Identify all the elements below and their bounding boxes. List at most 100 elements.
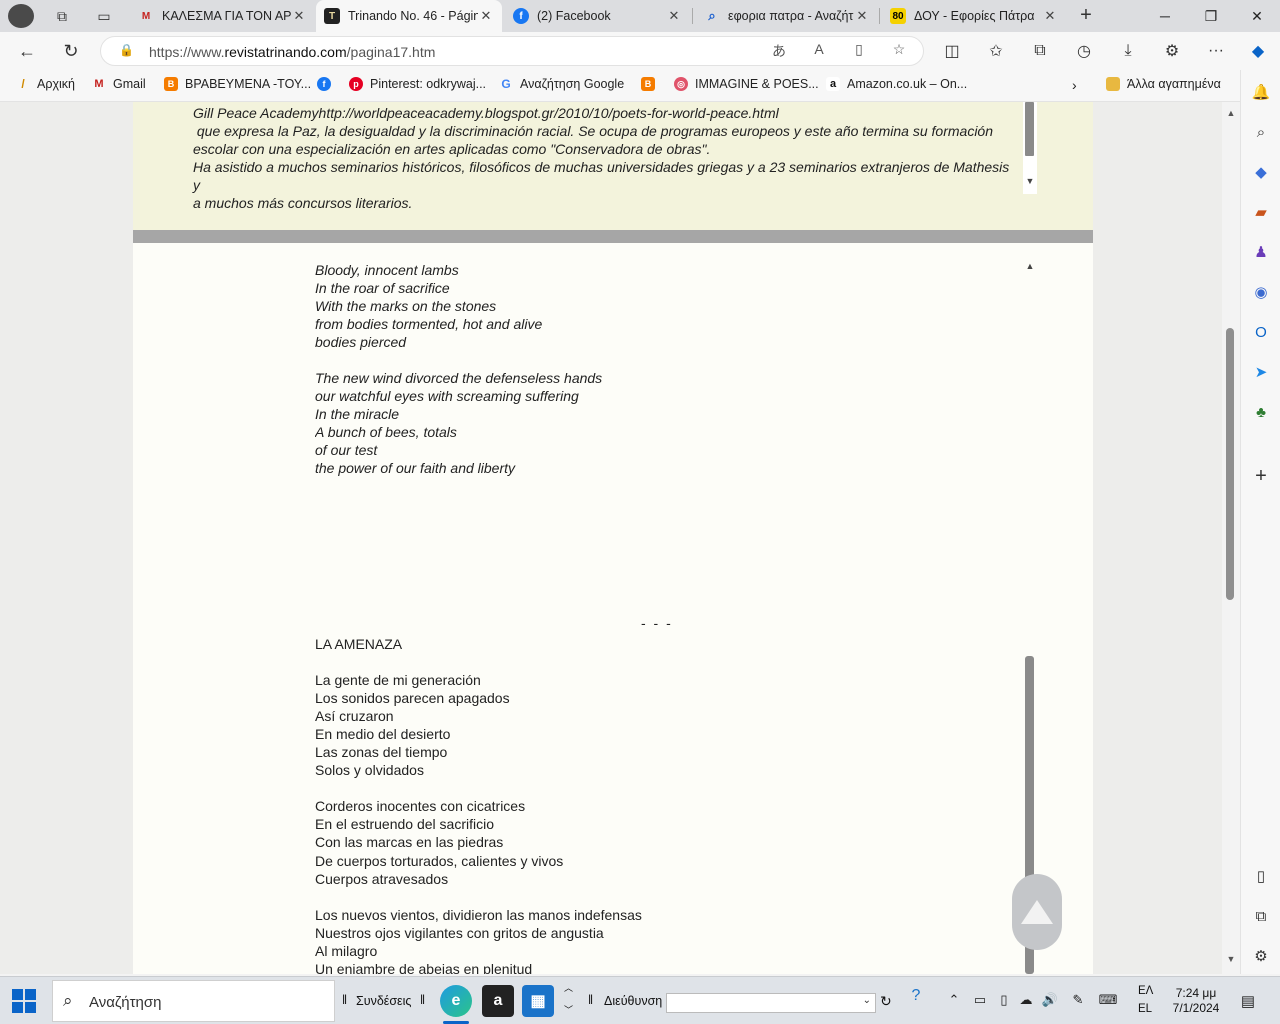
workspaces-icon[interactable]: ⧉ xyxy=(48,4,76,28)
tab-facebook[interactable]: f (2) Facebook ✕ xyxy=(505,0,690,32)
folder-icon xyxy=(1106,77,1120,91)
close-icon[interactable]: ✕ xyxy=(1042,8,1058,24)
favorite-item[interactable]: ◎ IMMAGINE & POES... xyxy=(674,77,819,91)
refresh-button[interactable]: ↻ xyxy=(56,37,86,65)
favorite-item[interactable]: / Αρχική xyxy=(16,77,75,91)
network-icon[interactable]: ▭ xyxy=(970,992,990,1010)
tree-icon[interactable]: ♣ xyxy=(1249,400,1273,424)
taskbar-search[interactable]: ⌕ Αναζήτηση xyxy=(52,980,335,1022)
external-link-icon[interactable]: ⧉ xyxy=(1249,904,1273,928)
settings-icon[interactable]: ⚙ xyxy=(1249,944,1273,968)
search-icon: ⌕ xyxy=(708,8,716,23)
poem-scrollbar[interactable]: ▲ xyxy=(1023,243,1037,974)
chevron-down-icon[interactable]: ▼ xyxy=(1023,176,1037,186)
url-text[interactable]: https://www.revistatrinando.com/pagina17… xyxy=(149,44,435,60)
language-top[interactable]: ΕΛ xyxy=(1138,985,1153,997)
translate-icon[interactable]: あ xyxy=(767,41,791,61)
amazon-taskbar-icon[interactable]: a xyxy=(482,985,514,1017)
chevron-up-icon[interactable]: ︿ xyxy=(564,981,573,994)
close-icon[interactable]: ✕ xyxy=(854,8,870,24)
close-icon[interactable]: ✕ xyxy=(666,8,682,24)
shopping-icon[interactable]: ◆ xyxy=(1249,160,1273,184)
close-icon[interactable]: ✕ xyxy=(291,8,307,24)
onedrive-icon[interactable]: ☁ xyxy=(1016,992,1036,1010)
chevron-down-icon[interactable]: ▼ xyxy=(1222,954,1240,964)
notifications-icon[interactable]: ▤ xyxy=(1238,992,1258,1010)
new-tab-button[interactable]: + xyxy=(1074,4,1098,28)
favorites-icon[interactable]: ✩ xyxy=(982,38,1010,64)
favorite-item[interactable]: B ΒΡΑΒΕΥΜΕΝΑ -ΤΟΥ... xyxy=(164,77,311,91)
favorite-item[interactable]: G Αναζήτηση Google xyxy=(499,77,624,91)
immersive-reader-icon[interactable]: ▯ xyxy=(847,41,871,61)
toolbar-grip[interactable]: ‖ xyxy=(420,993,425,1007)
clock[interactable]: 7:24 μμ 7/1/2024 xyxy=(1168,986,1224,1016)
favorite-item[interactable]: a Amazon.co.uk – On... xyxy=(826,77,967,91)
panel-icon[interactable]: ▯ xyxy=(1249,864,1273,888)
start-button[interactable] xyxy=(12,989,36,1013)
chevron-up-icon[interactable]: ▲ xyxy=(1023,261,1037,271)
lock-icon[interactable]: 🔒 xyxy=(119,43,134,57)
device-icon[interactable]: ▯ xyxy=(994,992,1014,1010)
send-icon[interactable]: ➤ xyxy=(1249,360,1273,384)
edge-taskbar-icon[interactable]: e xyxy=(440,985,472,1017)
favorite-label: Pinterest: odkrywaj... xyxy=(370,77,487,91)
chevron-up-icon[interactable]: ⌃ xyxy=(944,992,964,1010)
microsoft365-icon[interactable]: ◉ xyxy=(1249,280,1273,304)
language-bottom[interactable]: EL xyxy=(1138,1003,1152,1015)
site-80-icon: 80 xyxy=(890,8,906,24)
history-icon[interactable]: ◷ xyxy=(1070,38,1098,64)
tab-gmail[interactable]: M ΚΑΛΕΣΜΑ ΓΙΑ ΤΟΝ ΑΡ ✕ xyxy=(130,0,315,32)
extensions-icon[interactable]: ⚙ xyxy=(1158,38,1186,64)
facebook-icon: f xyxy=(513,8,529,24)
read-aloud-icon[interactable]: A xyxy=(807,41,831,61)
favorite-item[interactable]: M Gmail xyxy=(92,77,145,91)
taskbar-address-field[interactable]: ⌄ xyxy=(666,993,876,1013)
tab-trinando[interactable]: T Trinando No. 46 - Págin ✕ xyxy=(316,0,502,32)
close-icon[interactable]: ✕ xyxy=(478,8,494,24)
volume-icon[interactable]: 🔊 xyxy=(1040,992,1060,1010)
profile-avatar[interactable] xyxy=(8,4,34,28)
toolbar-grip[interactable]: ‖ xyxy=(342,993,347,1007)
favorite-item[interactable]: B xyxy=(641,77,662,91)
favorite-item[interactable]: p Pinterest: odkrywaj... xyxy=(349,77,486,91)
bio-scrollbar[interactable]: ▼ xyxy=(1023,102,1037,194)
tab-search[interactable]: ⌕ εφορια πατρα - Αναζήτ ✕ xyxy=(696,0,878,32)
bell-icon[interactable]: 🔔 xyxy=(1249,80,1273,104)
keyboard-icon[interactable]: ⌨ xyxy=(1098,992,1118,1010)
help-icon[interactable]: ? xyxy=(906,987,926,1005)
chevron-down-icon[interactable]: ⌄ xyxy=(863,995,871,1006)
other-favorites[interactable]: Άλλα αγαπημένα xyxy=(1106,77,1221,91)
url-domain: revistatrinando.com xyxy=(224,44,347,60)
favorite-item[interactable]: f xyxy=(317,77,338,91)
bio-scrollbar-thumb[interactable] xyxy=(1025,102,1034,156)
page-scrollbar[interactable]: ▲ ▼ xyxy=(1222,102,1240,974)
chevron-down-icon[interactable]: ﹀ xyxy=(564,1003,573,1016)
page-scrollbar-thumb[interactable] xyxy=(1226,328,1234,600)
tab-doy[interactable]: 80 ΔΟΥ - Εφορίες Πάτρα ✕ xyxy=(882,0,1066,32)
collections-icon[interactable]: ⧉ xyxy=(1026,38,1054,64)
favorite-star-icon[interactable]: ☆ xyxy=(887,41,911,61)
store-taskbar-icon[interactable]: ▦ xyxy=(522,985,554,1017)
tools-icon[interactable]: ▰ xyxy=(1249,200,1273,224)
search-icon[interactable]: ⌕ xyxy=(1249,120,1273,144)
restore-button[interactable]: ❐ xyxy=(1188,0,1234,32)
tab-actions-icon[interactable]: ▭ xyxy=(90,4,118,28)
address-bar[interactable]: 🔒 https://www.revistatrinando.com/pagina… xyxy=(100,36,924,66)
add-icon[interactable]: + xyxy=(1249,464,1273,488)
minimize-button[interactable]: ─ xyxy=(1142,0,1188,32)
outlook-icon[interactable]: O xyxy=(1249,320,1273,344)
copilot-icon[interactable]: ◆ xyxy=(1244,38,1272,64)
back-button[interactable]: ← xyxy=(12,37,42,65)
games-icon[interactable]: ♟ xyxy=(1249,240,1273,264)
scroll-to-top-button[interactable] xyxy=(1012,874,1062,950)
split-screen-icon[interactable]: ◫ xyxy=(938,38,966,64)
more-menu-icon[interactable]: ··· xyxy=(1202,38,1230,64)
close-window-button[interactable]: ✕ xyxy=(1234,0,1280,32)
links-toolbar[interactable]: Συνδέσεις xyxy=(356,994,411,1008)
go-icon[interactable]: ↻ xyxy=(880,993,892,1010)
toolbar-grip[interactable]: ‖ xyxy=(588,993,593,1007)
chevron-up-icon[interactable]: ▲ xyxy=(1222,108,1240,118)
chevron-right-icon[interactable]: › xyxy=(1072,77,1077,93)
downloads-icon[interactable]: ⤓ xyxy=(1114,38,1142,64)
pen-icon[interactable]: ✎ xyxy=(1068,992,1088,1010)
